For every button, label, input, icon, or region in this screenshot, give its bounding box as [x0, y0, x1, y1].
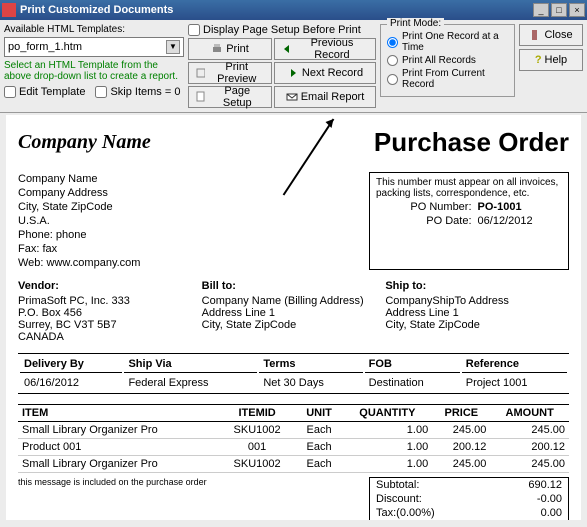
help-icon: ?: [535, 54, 542, 66]
page-setup-button[interactable]: Page Setup: [188, 86, 272, 108]
company-info: Company Name Company Address City, State…: [18, 172, 140, 270]
next-record-button[interactable]: Next Record: [274, 62, 376, 84]
items-table: ITEM ITEMID UNIT QUANTITY PRICE AMOUNT S…: [18, 404, 569, 473]
table-row: Small Library Organizer ProSKU1002Each1.…: [18, 422, 569, 439]
minimize-button[interactable]: _: [533, 3, 549, 17]
template-selected: po_form_1.htm: [8, 41, 166, 53]
edit-template-checkbox[interactable]: Edit Template: [4, 86, 85, 98]
templates-label: Available HTML Templates:: [4, 24, 184, 35]
shipping-table: Delivery By Ship Via Terms FOB Reference…: [18, 353, 569, 394]
window-title: Print Customized Documents: [20, 4, 531, 16]
mode-one-radio[interactable]: Print One Record at a Time: [387, 31, 508, 53]
help-button[interactable]: ?Help: [519, 49, 583, 71]
print-mode-group: Print Mode: Print One Record at a Time P…: [380, 24, 515, 97]
table-row: Product 001001Each1.00200.12200.12: [18, 439, 569, 456]
previous-icon: [281, 43, 292, 55]
mode-from-radio[interactable]: Print From Current Record: [387, 68, 508, 90]
totals-box: Subtotal:690.12 Discount:-0.00 Tax:(0.00…: [369, 477, 569, 520]
mode-all-radio[interactable]: Print All Records: [387, 55, 508, 66]
po-number-box: This number must appear on all invoices,…: [369, 172, 569, 270]
skip-items-checkbox[interactable]: Skip Items = 0: [95, 86, 180, 98]
app-icon: [2, 3, 16, 17]
toolbar: Available HTML Templates: po_form_1.htm …: [0, 20, 587, 113]
door-icon: [529, 29, 541, 41]
close-button[interactable]: Close: [519, 24, 583, 46]
preview-icon: [195, 67, 205, 79]
chevron-down-icon: ▼: [166, 40, 180, 54]
document-title: Purchase Order: [374, 127, 569, 158]
title-bar: Print Customized Documents _ □ ×: [0, 0, 587, 20]
close-window-button[interactable]: ×: [569, 3, 585, 17]
table-row: Small Library Organizer ProSKU1002Each1.…: [18, 456, 569, 473]
print-preview-button[interactable]: Print Preview: [188, 62, 272, 84]
display-setup-checkbox[interactable]: Display Page Setup Before Print: [188, 24, 376, 36]
email-icon: [286, 91, 298, 103]
next-icon: [287, 67, 299, 79]
maximize-button[interactable]: □: [551, 3, 567, 17]
printer-icon: [211, 43, 223, 55]
shipto-block: Ship to: CompanyShipTo Address Address L…: [385, 280, 569, 343]
company-name-header: Company Name: [18, 131, 151, 154]
report-preview: Company Name Purchase Order Company Name…: [6, 115, 581, 520]
billto-block: Bill to: Company Name (Billing Address) …: [202, 280, 386, 343]
page-setup-icon: [195, 91, 207, 103]
template-dropdown[interactable]: po_form_1.htm ▼: [4, 37, 184, 57]
print-mode-legend: Print Mode:: [387, 18, 444, 29]
print-button[interactable]: Print: [188, 38, 272, 60]
template-hint: Select an HTML Template from the above d…: [4, 60, 184, 82]
email-report-button[interactable]: Email Report: [274, 86, 376, 108]
footer-message: this message is included on the purchase…: [18, 477, 207, 487]
vendor-block: Vendor: PrimaSoft PC, Inc. 333 P.O. Box …: [18, 280, 202, 343]
previous-record-button[interactable]: Previous Record: [274, 38, 376, 60]
